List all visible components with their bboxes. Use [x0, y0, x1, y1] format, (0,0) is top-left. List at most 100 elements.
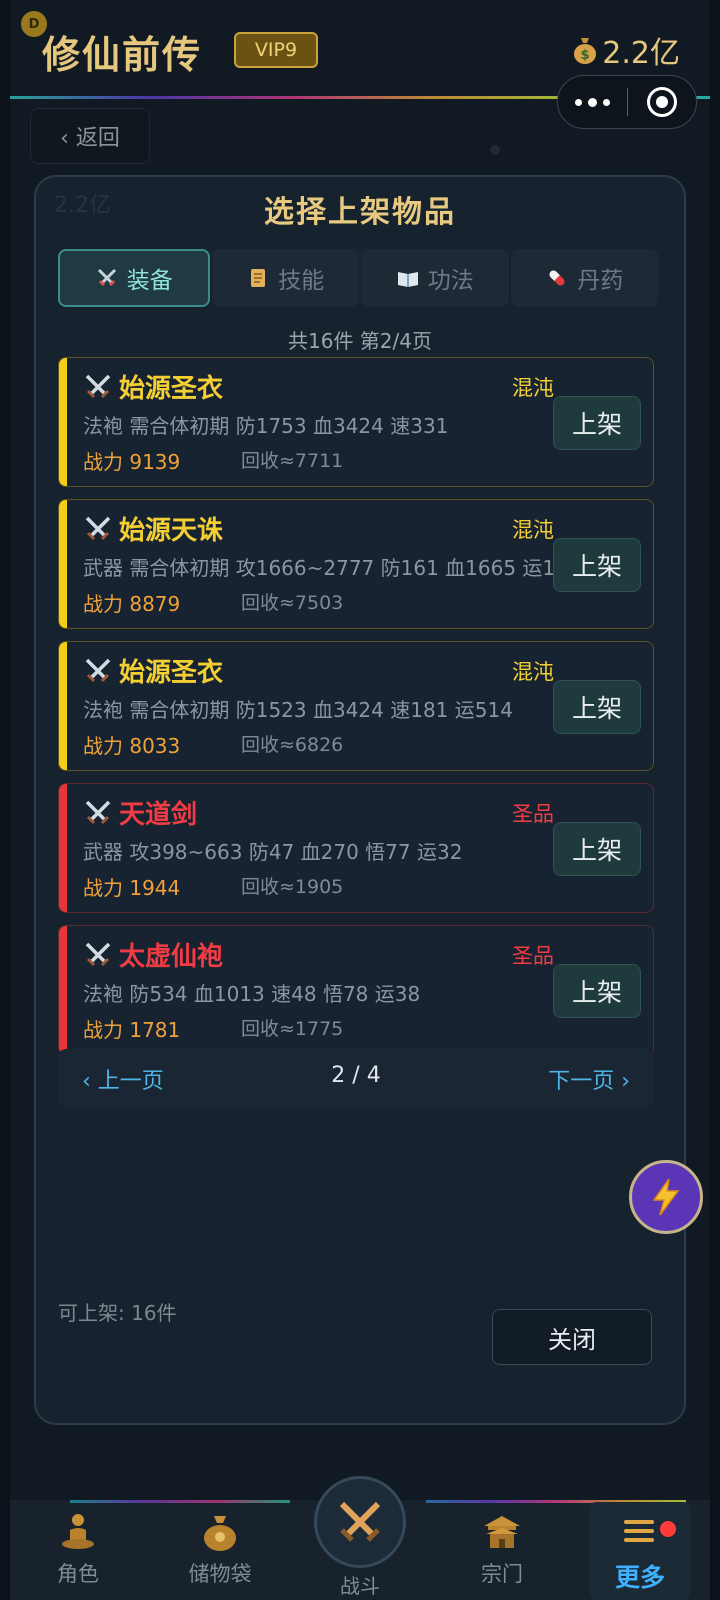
rarity-bar: [59, 500, 67, 628]
close-miniprogram-button[interactable]: [628, 76, 697, 128]
item-stats: 法袍 需合体初期 防1523 血3424 速181 运514: [83, 698, 513, 722]
item-name: 始源圣衣: [83, 652, 223, 689]
money-bag-icon: $: [574, 38, 597, 64]
currency-display: $ 2.2亿: [572, 28, 680, 72]
tab-label: 丹药: [577, 268, 624, 294]
item-card[interactable]: 始源天诛 混沌 武器 需合体初期 攻1666~2777 防161 血1665 运…: [58, 499, 654, 629]
tab-skills[interactable]: 技能: [211, 249, 359, 307]
nav-label: 角色: [57, 1562, 99, 1586]
item-power: 战力 9139: [83, 450, 181, 474]
tab-label: 功法: [427, 268, 474, 294]
item-recycle-value: 回收≈6826: [241, 734, 344, 756]
item-power: 战力 8033: [83, 734, 181, 758]
crossed-swords-icon: [97, 268, 116, 287]
vip-badge[interactable]: VIP9: [234, 32, 318, 68]
item-grade: 混沌: [512, 376, 554, 400]
crossed-swords-icon: [339, 1501, 381, 1542]
item-name: 太虚仙袍: [83, 936, 223, 973]
close-button[interactable]: 关闭: [492, 1309, 652, 1365]
nav-label: 储物袋: [188, 1562, 252, 1586]
select-item-modal: 2.2亿 选择上架物品 装备 技能 功法 丹药 共16件 第2/4页 始源圣衣 …: [34, 175, 686, 1425]
crossed-swords-icon: [85, 516, 111, 540]
back-button[interactable]: ‹ 返回: [30, 108, 150, 164]
item-recycle-value: 回收≈1775: [241, 1018, 344, 1040]
item-grade: 混沌: [512, 660, 554, 684]
app-title: 修仙前传: [42, 33, 203, 77]
mini-program-capsule: [557, 75, 697, 129]
item-stats: 法袍 防534 血1013 速48 悟78 运38: [83, 982, 421, 1006]
dot-icon: [587, 97, 597, 107]
svg-text:$: $: [581, 48, 590, 63]
tab-pills[interactable]: 丹药: [510, 249, 658, 307]
list-item-button[interactable]: 上架: [553, 964, 641, 1018]
list-item-button[interactable]: 上架: [553, 680, 641, 734]
book-icon: [397, 272, 418, 287]
tab-label: 技能: [278, 268, 325, 294]
item-name-text: 太虚仙袍: [119, 942, 224, 972]
item-list: 始源圣衣 混沌 法袍 需合体初期 防1753 血3424 速331 战力 913…: [58, 357, 654, 1067]
notification-dot: [660, 1521, 676, 1537]
crossed-swords-icon: [85, 942, 111, 966]
item-recycle-value: 回收≈7711: [241, 450, 344, 472]
item-card[interactable]: 始源圣衣 混沌 法袍 需合体初期 防1753 血3424 速331 战力 913…: [58, 357, 654, 487]
item-power: 战力 1781: [83, 1018, 181, 1042]
item-stats: 武器 攻398~663 防47 血270 悟77 运32: [83, 840, 463, 864]
meditation-icon: [62, 1514, 94, 1549]
item-name-text: 天道剑: [119, 800, 198, 830]
lightning-icon: [652, 1178, 680, 1216]
menu-icon: [624, 1520, 654, 1542]
item-name-text: 始源圣衣: [119, 374, 224, 404]
item-stats: 法袍 需合体初期 防1753 血3424 速331: [83, 414, 449, 438]
dot-icon: [574, 98, 582, 106]
palace-icon: [484, 1516, 520, 1548]
tab-techniques[interactable]: 功法: [361, 249, 509, 307]
list-item-button[interactable]: 上架: [553, 822, 641, 876]
nav-item-more[interactable]: 更多: [590, 1510, 690, 1594]
item-card[interactable]: 天道剑 圣品 武器 攻398~663 防47 血270 悟77 运32 战力 1…: [58, 783, 654, 913]
list-item-button[interactable]: 上架: [553, 396, 641, 450]
nav-item-storage-bag[interactable]: 储物袋: [170, 1510, 270, 1588]
bag-icon: [204, 1516, 236, 1551]
dot-icon: [602, 98, 610, 106]
more-options-button[interactable]: [558, 76, 627, 128]
item-recycle-value: 回收≈1905: [241, 876, 344, 898]
item-grade: 圣品: [512, 802, 554, 826]
crossed-swords-icon: [85, 658, 111, 682]
quick-action-button[interactable]: [629, 1160, 703, 1234]
nav-item-sect[interactable]: 宗门: [452, 1510, 552, 1588]
item-power: 战力 1944: [83, 876, 181, 900]
item-recycle-value: 回收≈7503: [241, 592, 344, 614]
nav-item-character[interactable]: 角色: [28, 1510, 128, 1588]
rarity-bar: [59, 926, 67, 1054]
item-stats: 武器 需合体初期 攻1666~2777 防161 血1665 运101: [83, 556, 553, 580]
tab-equipment[interactable]: 装备: [58, 249, 210, 307]
item-grade: 混沌: [512, 518, 554, 542]
item-name: 天道剑: [83, 794, 197, 831]
rarity-bar: [59, 358, 67, 486]
item-name: 始源圣衣: [83, 368, 223, 405]
target-icon: [646, 87, 677, 117]
pill-icon: [549, 270, 565, 286]
nav-divider: [70, 1500, 290, 1503]
next-page-button[interactable]: 下一页 ›: [548, 1063, 630, 1095]
nav-item-battle[interactable]: [314, 1476, 406, 1568]
pagination: ‹ 上一页 2 / 4 下一页 ›: [58, 1049, 654, 1107]
available-count: 可上架: 16件: [58, 1301, 177, 1325]
item-card[interactable]: 太虚仙袍 圣品 法袍 防534 血1013 速48 悟78 运38 战力 178…: [58, 925, 654, 1055]
item-name: 始源天诛: [83, 510, 223, 547]
nav-label: 宗门: [481, 1562, 523, 1586]
crossed-swords-icon: [85, 800, 111, 824]
currency-value: 2.2亿: [602, 36, 680, 71]
nav-label: 更多: [614, 1563, 665, 1592]
nav-label-battle: 战斗: [340, 1574, 380, 1598]
item-power: 战力 8879: [83, 592, 181, 616]
page-info: 共16件 第2/4页: [288, 329, 432, 353]
item-name-text: 始源天诛: [119, 516, 224, 546]
list-item-button[interactable]: 上架: [553, 538, 641, 592]
item-name-text: 始源圣衣: [119, 658, 224, 688]
background-dot: [490, 145, 500, 155]
item-card[interactable]: 始源圣衣 混沌 法袍 需合体初期 防1523 血3424 速181 运514 战…: [58, 641, 654, 771]
category-tabs: 装备 技能 功法 丹药: [58, 249, 658, 309]
crossed-swords-icon: [85, 374, 111, 398]
item-grade: 圣品: [512, 944, 554, 968]
